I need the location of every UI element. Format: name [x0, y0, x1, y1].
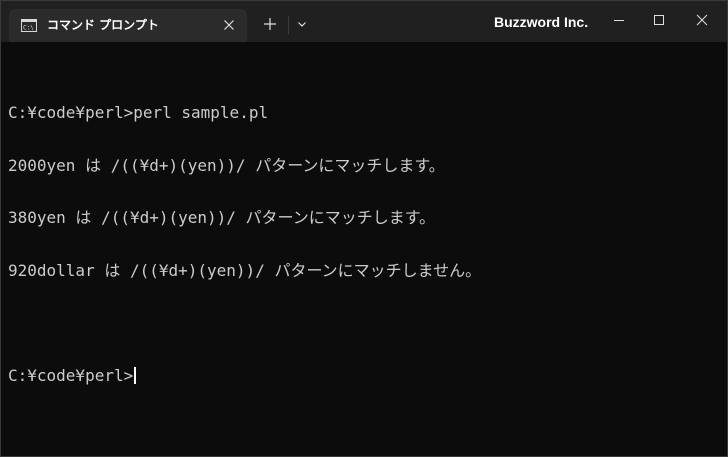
title-bar[interactable]: C:\ コマンド プロンプト Buzzword Inc.	[1, 1, 727, 42]
terminal-line: C:¥code¥perl>perl sample.pl	[8, 103, 269, 122]
prompt-text: C:¥code¥perl>	[8, 365, 134, 385]
maximize-icon[interactable]	[644, 7, 674, 33]
terminal-icon: C:\	[21, 19, 37, 32]
terminal-line: 2000yen は /((¥d+)(yen))/ パターンにマッチします。	[8, 155, 445, 175]
svg-text:C:\: C:\	[23, 25, 34, 32]
terminal-window: C:\ コマンド プロンプト Buzzword Inc. C:¥code¥per…	[0, 0, 728, 457]
terminal-output[interactable]: C:¥code¥perl>perl sample.pl 2000yen は /(…	[8, 69, 723, 419]
close-icon[interactable]	[687, 7, 717, 33]
minimize-icon[interactable]	[604, 7, 634, 33]
prompt-line[interactable]: C:¥code¥perl>	[8, 365, 723, 385]
close-icon[interactable]	[219, 15, 239, 35]
plus-icon[interactable]	[259, 13, 281, 35]
terminal-line: 380yen は /((¥d+)(yen))/ パターンにマッチします。	[8, 208, 436, 227]
terminal-line: 920dollar は /((¥d+)(yen))/ パターンにマッチしません。	[8, 260, 482, 280]
text-cursor	[134, 366, 137, 384]
tab-title: コマンド プロンプト	[47, 18, 159, 32]
tab-command-prompt[interactable]: C:\ コマンド プロンプト	[9, 9, 247, 42]
brand-label: Buzzword Inc.	[494, 14, 589, 30]
chevron-down-icon[interactable]	[291, 13, 313, 35]
tab-separator	[288, 16, 289, 34]
